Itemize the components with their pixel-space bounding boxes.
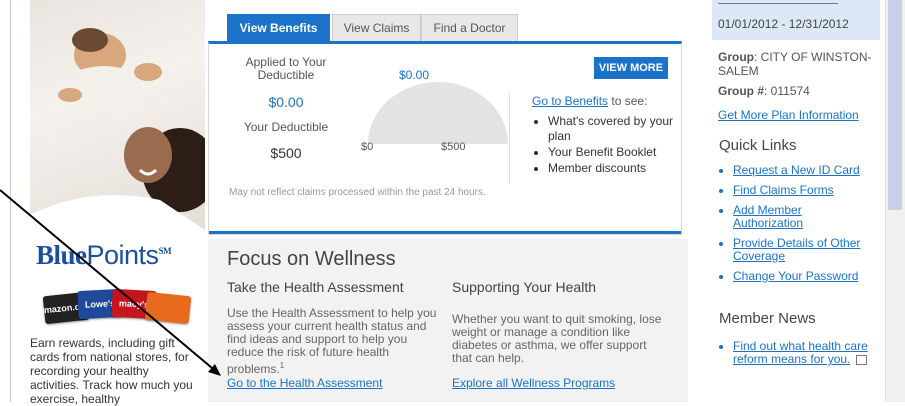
annotation-arrow — [0, 189, 221, 376]
